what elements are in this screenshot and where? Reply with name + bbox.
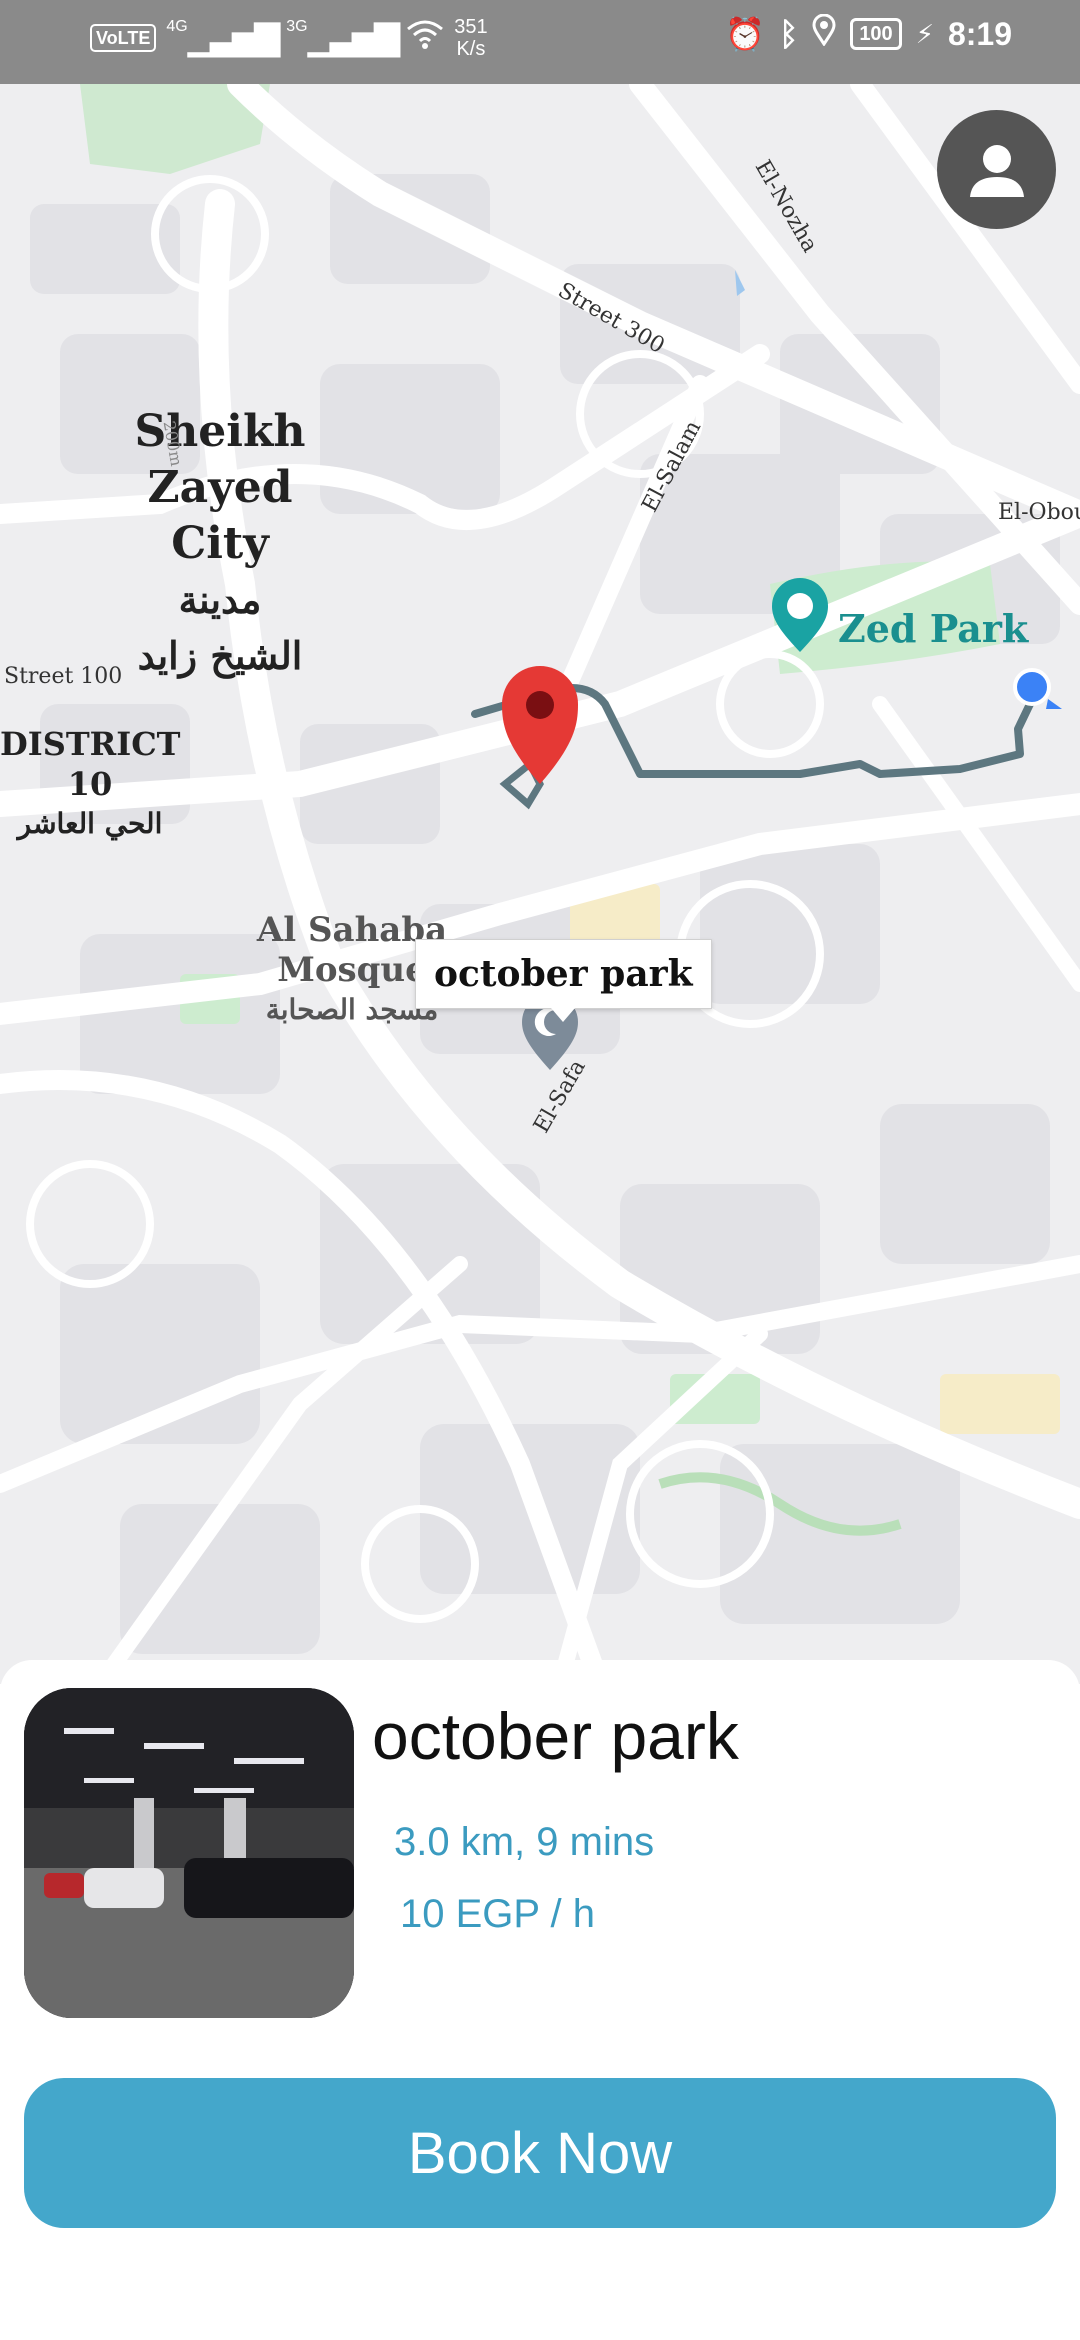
network-speed: 351 K/s (454, 16, 488, 60)
signal-icon: 4G▁▃▅▇ (166, 18, 280, 57)
book-now-button[interactable]: Book Now (24, 2078, 1056, 2228)
person-icon (969, 144, 1024, 197)
current-location-icon (1013, 668, 1051, 706)
park-label: Zed Park (838, 606, 1029, 651)
price-rate: 10 EGP / h (400, 1892, 595, 1936)
status-bar: VoLTE 4G▁▃▅▇ 3G▁▃▅▇ 351 K/s ⏰ ᛒ 100 ⚡ 8:1… (0, 0, 1080, 84)
charging-icon: ⚡ (915, 18, 934, 49)
distance-time: 3.0 km, 9 mins (394, 1820, 655, 1864)
battery-icon: 100 (850, 18, 902, 50)
signal-icon: 3G▁▃▅▇ (286, 18, 400, 57)
place-title: october park (372, 1699, 739, 1773)
location-icon (812, 13, 836, 54)
road-label: Street 100 (4, 664, 123, 689)
volte-indicator: VoLTE (90, 24, 157, 52)
marker-callout[interactable]: october park (415, 939, 712, 1022)
map-view[interactable]: Sheikh Zayed City مدينة الشيخ زايد DISTR… (0, 84, 1080, 1684)
clock: 8:19 (947, 15, 1012, 52)
map-canvas (0, 84, 1080, 1684)
city-label: Sheikh Zayed City مدينة الشيخ زايد (134, 406, 306, 678)
bluetooth-icon: ᛒ (779, 15, 799, 52)
place-card: october park 3.0 km, 9 mins 10 EGP / h B… (0, 1660, 1080, 2340)
wifi-icon (406, 19, 444, 57)
parking-photo (24, 1688, 354, 2018)
district-label: DISTRICT 10 الحي العاشر (0, 725, 181, 840)
alarm-icon: ⏰ (725, 16, 766, 52)
profile-button[interactable] (937, 110, 1056, 229)
road-label: El-Obour (998, 500, 1080, 525)
